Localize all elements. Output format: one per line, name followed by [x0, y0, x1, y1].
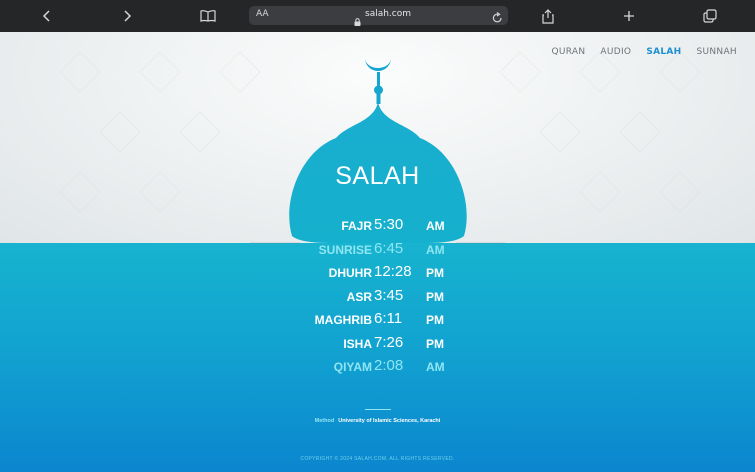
prayer-row-qiyam: QIYAM 2:08 AM [286, 357, 476, 381]
prayer-time: 6:45 [374, 239, 404, 257]
divider [365, 409, 391, 410]
prayer-name: MAGHRIB [314, 313, 372, 327]
share-icon[interactable] [537, 5, 559, 27]
prayer-time: 12:28 [374, 263, 412, 280]
address-bar[interactable]: AA salah.com [249, 6, 508, 28]
prayer-ampm: AM [426, 219, 445, 233]
prayer-ampm: PM [426, 289, 444, 304]
nav-item-quran[interactable]: QURAN [551, 47, 585, 57]
forward-icon[interactable] [116, 5, 138, 27]
prayer-time: 6:11 [374, 310, 403, 327]
text-size-button[interactable]: AA [256, 9, 269, 19]
main-nav: QURAN AUDIO SALAH SUNNAH [551, 47, 737, 57]
prayer-time: 7:26 [374, 333, 404, 351]
prayer-ampm: PM [426, 313, 444, 327]
page-title: SALAH [335, 162, 420, 190]
prayer-name: QIYAM [333, 360, 372, 374]
prayer-time: 2:08 [374, 357, 404, 374]
prayer-name: SUNRISE [318, 242, 372, 257]
prayer-row-sunrise: SUNRISE 6:45 AM [286, 240, 476, 264]
prayer-name: DHUHR [328, 266, 372, 280]
method-label: Method [314, 418, 335, 424]
prayer-row-maghrib: MAGHRIB 6:11 PM [286, 310, 476, 334]
prayer-name: ISHA [343, 336, 372, 351]
reload-icon[interactable] [492, 9, 503, 28]
prayer-ampm: AM [426, 242, 445, 257]
method-value: University of Islamic Sciences, Karachi [338, 418, 441, 424]
prayer-time: 3:45 [374, 286, 404, 304]
nav-item-sunnah[interactable]: SUNNAH [697, 47, 738, 57]
prayer-ampm: PM [426, 336, 444, 351]
prayer-name: FAJR [341, 219, 372, 233]
nav-item-salah[interactable]: SALAH [646, 47, 681, 57]
calculation-method[interactable]: Method University of Islamic Sciences, Ka… [0, 418, 755, 424]
prayer-row-isha: ISHA 7:26 PM [286, 334, 476, 358]
lock-icon [354, 11, 361, 30]
prayer-row-fajr: FAJR 5:30 AM [286, 216, 476, 240]
prayer-row-asr: ASR 3:45 PM [286, 287, 476, 311]
prayer-ampm: PM [426, 266, 444, 280]
nav-item-audio[interactable]: AUDIO [600, 47, 631, 57]
tabs-overview-icon[interactable] [699, 5, 721, 27]
prayer-ampm: AM [426, 360, 445, 374]
prayer-times-list: FAJR 5:30 AM SUNRISE 6:45 AM DHUHR 12:28… [286, 216, 476, 381]
new-tab-icon[interactable] [618, 5, 640, 27]
back-icon[interactable] [36, 5, 58, 27]
prayer-time: 5:30 [374, 216, 404, 233]
prayer-row-dhuhr: DHUHR 12:28 PM [286, 263, 476, 287]
bookmarks-icon[interactable] [197, 5, 219, 27]
prayer-name: ASR [346, 289, 372, 304]
web-page: QURAN AUDIO SALAH SUNNAH SALAH FAJR 5:30… [0, 32, 755, 472]
url-domain: salah.com [365, 9, 412, 19]
copyright-text: COPYRIGHT © 2024 SALAH.COM. ALL RIGHTS R… [300, 456, 455, 462]
browser-toolbar: AA salah.com [0, 0, 755, 32]
